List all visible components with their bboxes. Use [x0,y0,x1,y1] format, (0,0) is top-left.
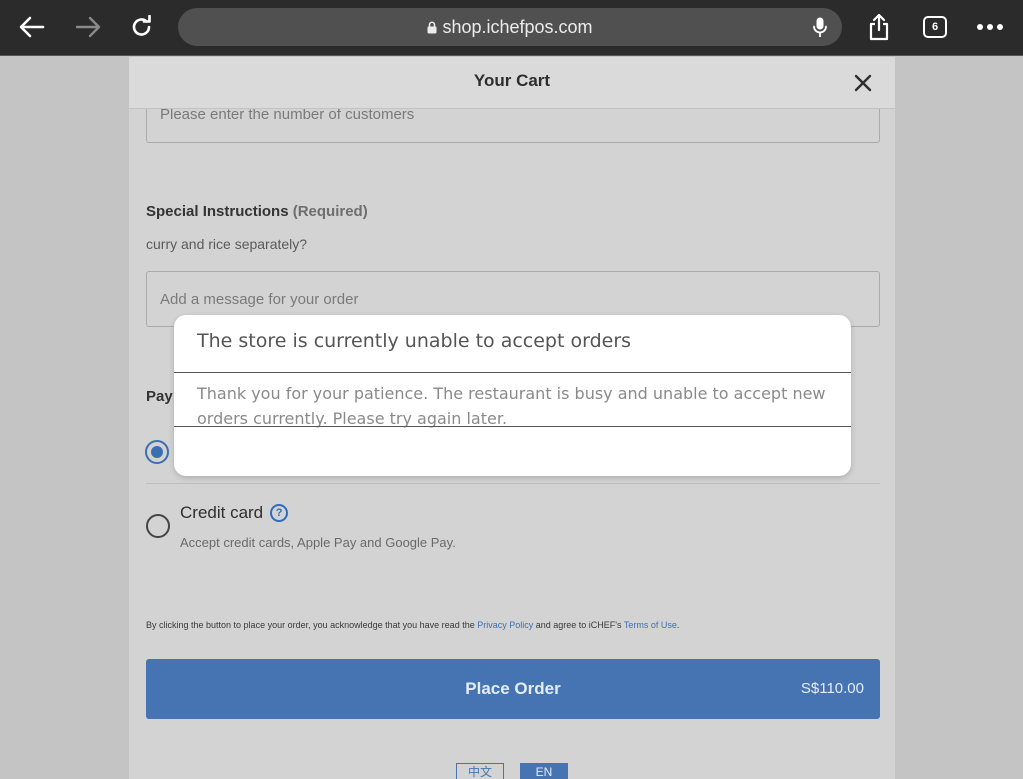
credit-card-description: Accept credit cards, Apple Pay and Googl… [180,535,456,550]
close-button[interactable] [849,69,877,97]
credit-card-label: Credit card [180,503,264,522]
dialog-title: The store is currently unable to accept … [197,330,632,352]
page-title: Your Cart [473,71,551,90]
special-instructions-label: Special Instructions [146,203,289,220]
url-display[interactable]: shop.ichefpos.com [178,8,842,46]
order-total: S$110.00 [800,680,864,697]
place-order-label: Place Order [465,679,561,698]
legal-notice: By clicking the button to place your ord… [146,620,679,630]
legal-middle: and agree to iCHEF's [533,620,624,630]
language-zh-button[interactable]: 中文 [456,763,504,779]
close-icon [854,74,872,92]
lock-icon [427,21,437,34]
legal-prefix: By clicking the button to place your ord… [146,620,478,630]
tab-count-badge: 6 [923,16,947,38]
arrow-right-icon [75,16,101,38]
message-placeholder: Add a message for your order [160,290,359,308]
mic-button[interactable] [808,15,832,39]
language-en-button[interactable]: EN [520,763,568,779]
browser-toolbar: shop.ichefpos.com 6 [0,0,1023,56]
dialog-divider-top [174,372,851,373]
language-switcher: 中文 EN [129,762,895,779]
special-instructions-heading: Special Instructions (Required) [146,203,368,220]
credit-card-radio[interactable] [146,514,170,538]
dialog-message: Thank you for your patience. The restaur… [197,384,826,428]
special-instructions-prompt: curry and rice separately? [146,236,308,252]
payment-option-radio-selected[interactable] [145,440,169,464]
payment-divider [146,483,880,484]
more-button[interactable] [972,10,1008,44]
terms-of-use-link[interactable]: Terms of Use [624,620,677,630]
help-icon[interactable]: ? [270,504,289,522]
credit-card-option[interactable]: Credit card ? [180,503,289,523]
place-order-button[interactable]: Place Order S$110.00 [146,659,880,719]
forward-button[interactable] [72,10,104,44]
privacy-policy-link[interactable]: Privacy Policy [477,620,533,630]
microphone-icon [813,17,827,37]
share-icon [869,13,889,41]
payment-heading: Pay [146,388,173,405]
address-bar[interactable]: shop.ichefpos.com [178,8,842,46]
cart-header: Your Cart [129,57,895,109]
store-closed-dialog: The store is currently unable to accept … [174,315,851,476]
reload-button[interactable] [126,10,158,44]
legal-suffix: . [676,620,680,630]
tabs-button[interactable]: 6 [921,10,949,44]
required-label: (Required) [292,203,368,220]
url-text: shop.ichefpos.com [442,16,593,37]
dialog-divider-bottom [174,426,851,427]
more-dots-icon [977,24,1003,30]
reload-icon [132,15,151,36]
arrow-left-icon [19,16,45,38]
back-button[interactable] [16,10,48,44]
share-button[interactable] [864,10,894,44]
